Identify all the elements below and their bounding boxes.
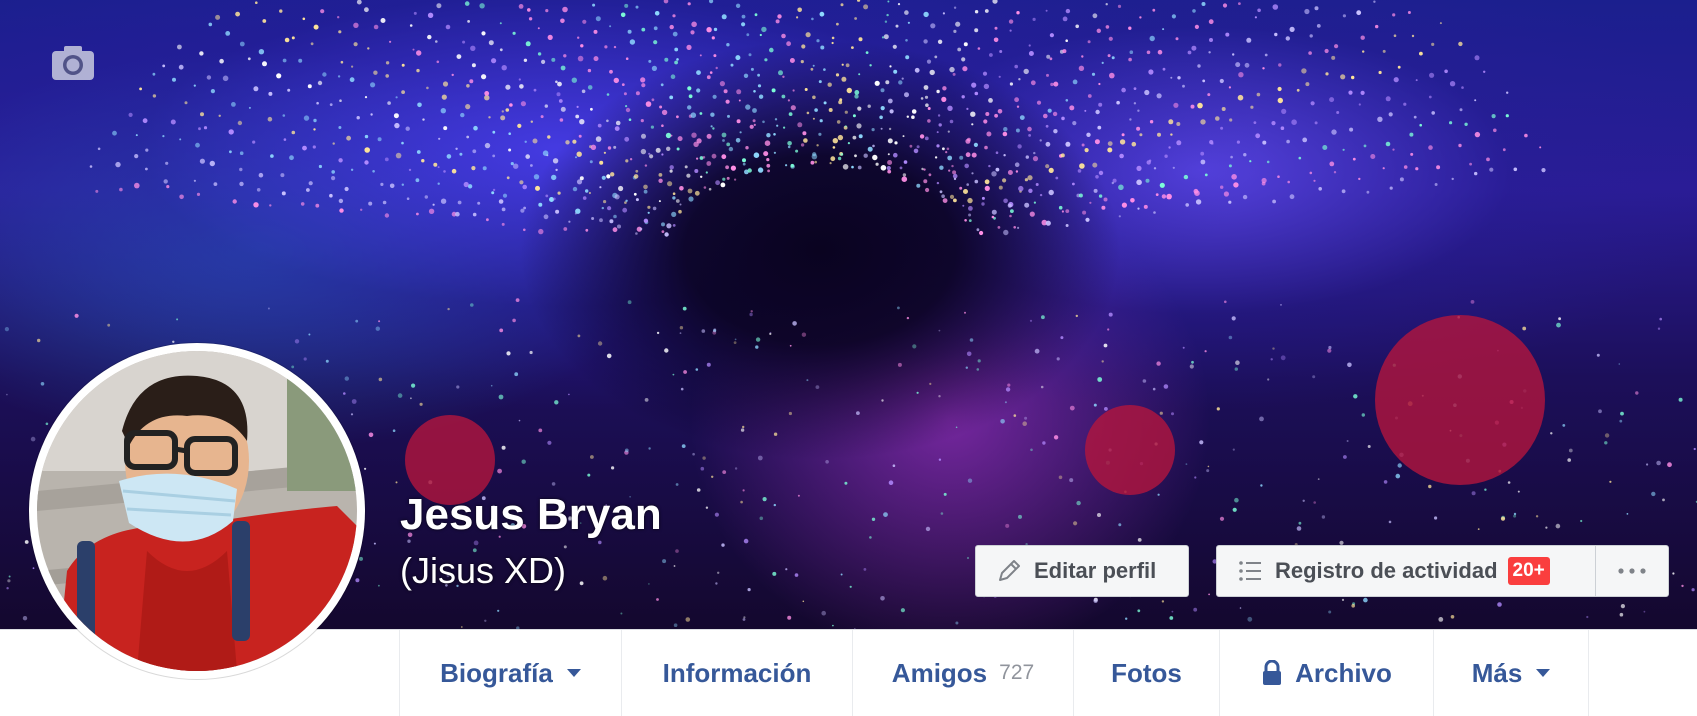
profile-header: Jesus Bryan (Jisus XD) Editar perfil Reg… [0,0,1697,716]
camera-icon[interactable] [50,44,96,82]
tab-label: Más [1471,657,1523,688]
edit-profile-button[interactable]: Editar perfil [975,545,1189,597]
pencil-icon [999,560,1020,581]
tab-informacion[interactable]: Información [622,630,853,716]
tab-fotos[interactable]: Fotos [1074,630,1220,716]
tab-label: Biografía [440,657,553,688]
profile-picture[interactable] [29,343,365,679]
tab-label: Fotos [1111,657,1182,688]
tab-label: Archivo [1295,657,1392,688]
caret-down-icon [566,669,581,677]
profile-alternate-name: (Jisus XD) [400,550,567,591]
activity-log-button[interactable]: Registro de actividad 20+ [1216,545,1596,597]
profile-name-block: Jesus Bryan (Jisus XD) [400,490,662,592]
tab-label: Información [662,657,812,688]
profile-name[interactable]: Jesus Bryan [400,490,662,540]
more-dots-icon [1618,568,1646,574]
tab-archivo[interactable]: Archivo [1220,630,1434,716]
activity-log-label: Registro de actividad [1275,558,1498,583]
tab-biografia[interactable]: Biografía [400,630,622,716]
more-options-button[interactable] [1595,545,1669,597]
tab-mas[interactable]: Más [1434,630,1589,716]
edit-profile-label: Editar perfil [1034,558,1157,583]
activity-log-badge: 20+ [1507,557,1550,585]
list-icon [1239,561,1261,581]
profile-tabs: Biografía Información Amigos 727 Fotos A… [399,630,1589,716]
caret-down-icon [1536,669,1551,677]
avatar [37,351,357,671]
tab-label: Amigos [891,657,988,688]
tab-amigos[interactable]: Amigos 727 [853,630,1074,716]
lock-icon [1263,660,1282,685]
friends-count: 727 [999,661,1035,684]
